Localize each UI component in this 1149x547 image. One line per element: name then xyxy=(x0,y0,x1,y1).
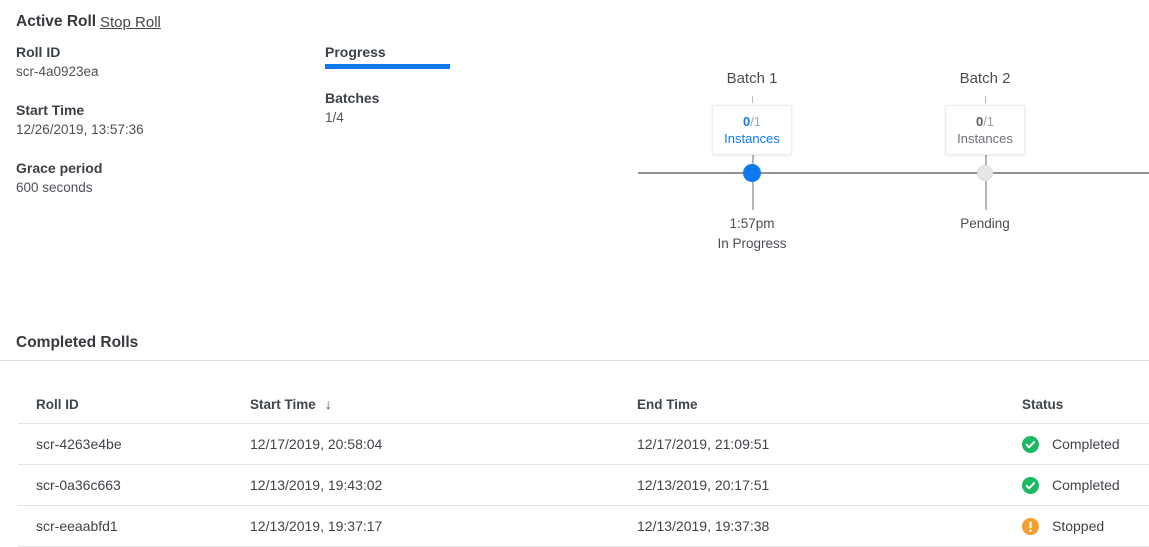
batch-timeline: Batch 1 0/1 Instances 1:57pm In Progress… xyxy=(0,0,1149,320)
batch-1-status: In Progress xyxy=(672,236,832,251)
row-start-time: 12/13/2019, 19:37:17 xyxy=(250,518,637,534)
batch-2-connector-line xyxy=(985,155,987,210)
table-header-row: Roll ID Start Time ↓ End Time Status xyxy=(18,361,1149,424)
completed-rolls-table: Roll ID Start Time ↓ End Time Status scr… xyxy=(18,361,1149,547)
row-roll-id: scr-4263e4be xyxy=(18,436,250,452)
batch-2-name: Batch 2 xyxy=(905,70,1065,88)
timeline-axis xyxy=(638,172,1149,174)
row-start-time: 12/17/2019, 20:58:04 xyxy=(250,436,637,452)
status-completed-icon xyxy=(1022,436,1039,453)
column-header-status[interactable]: Status xyxy=(1022,397,1149,412)
timeline-batch-1: Batch 1 0/1 Instances 1:57pm In Progress xyxy=(672,70,832,88)
row-start-time: 12/13/2019, 19:43:02 xyxy=(250,477,637,493)
row-status: Stopped xyxy=(1022,518,1149,535)
table-row[interactable]: scr-4263e4be 12/17/2019, 20:58:04 12/17/… xyxy=(18,424,1149,465)
active-roll-section: Active Roll Stop Roll Roll ID scr-4a0923… xyxy=(0,0,1149,320)
row-status: Completed xyxy=(1022,436,1149,453)
completed-rolls-title: Completed Rolls xyxy=(16,334,138,352)
sort-descending-icon[interactable]: ↓ xyxy=(325,396,332,412)
batch-1-instances-card[interactable]: 0/1 Instances xyxy=(712,105,792,155)
batch-2-time: Pending xyxy=(905,216,1065,231)
row-roll-id: scr-eeaabfd1 xyxy=(18,518,250,534)
status-text: Completed xyxy=(1052,477,1120,493)
column-header-start-time[interactable]: Start Time ↓ xyxy=(250,396,637,412)
batch-2-milestone-dot[interactable] xyxy=(977,165,993,181)
batch-2-tick xyxy=(985,96,986,103)
status-completed-icon xyxy=(1022,477,1039,494)
batch-2-instance-count: 0/1 xyxy=(976,113,994,130)
column-header-end-time[interactable]: End Time xyxy=(637,397,1022,412)
table-row[interactable]: scr-eeaabfd1 12/13/2019, 19:37:17 12/13/… xyxy=(18,506,1149,547)
row-roll-id: scr-0a36c663 xyxy=(18,477,250,493)
table-row[interactable]: scr-0a36c663 12/13/2019, 19:43:02 12/13/… xyxy=(18,465,1149,506)
status-text: Completed xyxy=(1052,436,1120,452)
batch-1-milestone-dot[interactable] xyxy=(743,164,761,182)
batch-1-instance-count: 0/1 xyxy=(743,113,761,130)
batch-1-time: 1:57pm xyxy=(672,216,832,231)
timeline-batch-2: Batch 2 0/1 Instances Pending xyxy=(905,70,1065,88)
row-end-time: 12/13/2019, 19:37:38 xyxy=(637,518,1022,534)
batch-1-instances-label: Instances xyxy=(724,130,780,147)
roll-dashboard: Active Roll Stop Roll Roll ID scr-4a0923… xyxy=(0,0,1149,545)
status-stopped-icon xyxy=(1022,518,1039,535)
row-status: Completed xyxy=(1022,477,1149,494)
batch-1-name: Batch 1 xyxy=(672,70,832,88)
batch-2-instances-label: Instances xyxy=(957,130,1013,147)
row-end-time: 12/17/2019, 21:09:51 xyxy=(637,436,1022,452)
row-end-time: 12/13/2019, 20:17:51 xyxy=(637,477,1022,493)
batch-1-tick xyxy=(752,96,753,103)
status-text: Stopped xyxy=(1052,518,1104,534)
batch-2-instances-card[interactable]: 0/1 Instances xyxy=(945,105,1025,155)
column-header-roll-id[interactable]: Roll ID xyxy=(18,397,250,412)
